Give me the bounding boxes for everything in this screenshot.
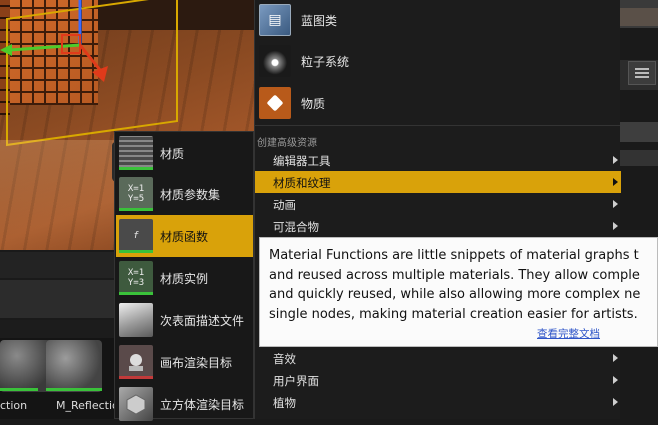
submenu-arrow-icon — [613, 354, 618, 362]
subsurface-profile-icon — [119, 303, 153, 337]
menu-item-label: 可混合物 — [273, 220, 319, 234]
submenu-item-material[interactable]: 材质 — [116, 132, 253, 174]
material-grid-icon — [119, 136, 153, 170]
submenu-item-label: 次表面描述文件 — [160, 313, 245, 328]
material-parameter-collection-icon: X=1 Y=5 — [119, 177, 153, 211]
menu-item-foliage[interactable]: 植物 — [255, 391, 621, 413]
material-function-tooltip: Material Functions are little snippets o… — [259, 237, 658, 347]
asset-thumbnail[interactable] — [46, 340, 102, 392]
submenu-arrow-icon — [613, 398, 618, 406]
submenu-item-material-parameter-collection[interactable]: X=1 Y=5 材质参数集 — [116, 173, 253, 215]
menu-item-label: 蓝图类 — [301, 13, 338, 28]
gizmo-y-axis — [78, 44, 102, 71]
asset-type-bar — [0, 388, 38, 391]
submenu-item-subsurface-profile[interactable]: 次表面描述文件 — [116, 299, 253, 341]
content-browser-path-bar — [0, 320, 116, 338]
submenu-item-label: 材质函数 — [160, 229, 209, 244]
submenu-arrow-icon — [613, 178, 618, 186]
submenu-item-material-instance[interactable]: X=1 Y=3 材质实例 — [116, 257, 253, 299]
list-view-icon — [635, 68, 649, 78]
submenu-item-canvas-render-target[interactable]: 画布渲染目标 — [116, 341, 253, 383]
view-full-docs-link[interactable]: 查看完整文档 — [537, 326, 600, 341]
submenu-arrow-icon — [613, 376, 618, 384]
submenu-item-label: 材质参数集 — [160, 187, 221, 202]
submenu-arrow-icon — [613, 222, 618, 230]
asset-type-bar — [46, 388, 102, 391]
canvas-render-target-icon — [119, 345, 153, 379]
material-instance-icon: X=1 Y=3 — [119, 261, 153, 295]
gizmo-x-arrow — [0, 44, 12, 56]
menu-item-animation[interactable]: 动画 — [255, 193, 621, 215]
viewport-bottom-bar — [0, 252, 116, 278]
submenu-arrow-icon — [613, 200, 618, 208]
menu-item-blendables[interactable]: 可混合物 — [255, 215, 621, 237]
menu-item-materials-textures[interactable]: 材质和纹理 — [255, 171, 621, 193]
submenu-item-label: 材质 — [160, 146, 185, 161]
details-panel-header — [620, 0, 658, 28]
menu-item-label: 粒子系统 — [301, 54, 350, 69]
menu-item-label: 编辑器工具 — [273, 154, 331, 168]
menu-item-label: 动画 — [273, 198, 296, 212]
blueprint-icon: ▤ — [259, 4, 291, 36]
details-row[interactable] — [620, 122, 658, 142]
menu-item-editor-utilities[interactable]: 编辑器工具 — [255, 149, 621, 171]
menu-item-label: 音效 — [273, 352, 296, 366]
details-row[interactable] — [620, 150, 658, 166]
material-function-icon: f — [119, 219, 153, 253]
menu-item-label: 物质 — [301, 96, 326, 111]
menu-divider — [254, 125, 620, 126]
gizmo-x-axis — [9, 43, 81, 52]
menu-item-label: 材质和纹理 — [273, 176, 331, 190]
menu-item-blueprint-class[interactable]: ▤ 蓝图类 — [256, 0, 616, 40]
submenu-item-material-function[interactable]: f 材质函数 — [116, 215, 253, 257]
submenu-item-label: 材质实例 — [160, 271, 209, 286]
section-header-advanced: 创建高级资源 — [257, 138, 317, 149]
tooltip-text: Material Functions are little snippets o… — [269, 248, 641, 322]
menu-item-user-interface[interactable]: 用户界面 — [255, 369, 621, 391]
particle-system-icon — [259, 45, 291, 77]
details-header-bar — [620, 8, 658, 26]
submenu-arrow-icon — [613, 156, 618, 164]
content-browser-toolbar — [0, 280, 116, 318]
menu-item-label: 植物 — [273, 396, 296, 410]
cube-render-target-icon — [119, 387, 153, 421]
material-icon — [259, 87, 291, 119]
materials-textures-submenu: 材质 X=1 Y=5 材质参数集 f 材质函数 X=1 Y=3 材质实例 次表面… — [114, 131, 254, 421]
menu-item-particle-system[interactable]: 粒子系统 — [256, 41, 616, 81]
menu-item-label: 用户界面 — [273, 374, 319, 388]
menu-item-sounds[interactable]: 音效 — [255, 347, 621, 369]
asset-label: ction — [0, 399, 28, 412]
submenu-item-label: 立方体渲染目标 — [160, 397, 245, 412]
list-view-button[interactable] — [628, 61, 656, 85]
transform-gizmo[interactable] — [0, 0, 130, 110]
menu-item-material[interactable]: 物质 — [256, 83, 616, 123]
submenu-item-label: 画布渲染目标 — [160, 355, 233, 370]
